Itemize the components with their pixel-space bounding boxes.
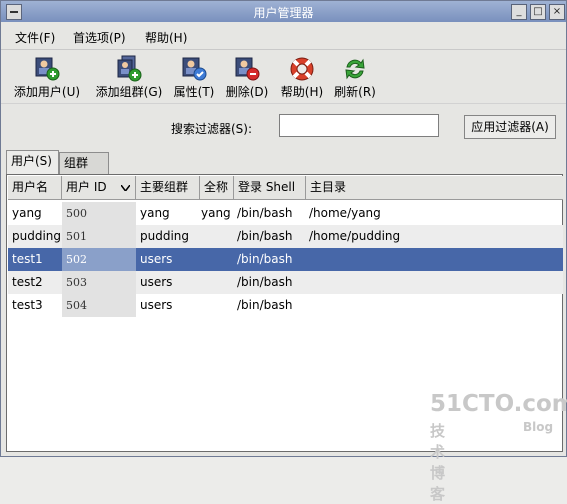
tab-groups[interactable]: 组群(O)	[59, 152, 109, 190]
table-row[interactable]: pudding 501 pudding /bin/bash /home/pudd…	[8, 225, 563, 248]
cell-group: yang	[140, 206, 170, 220]
add-group-button[interactable]: 添加组群(G)	[91, 55, 167, 100]
column-header-login-shell[interactable]: 登录 Shell	[234, 176, 306, 200]
tab-users[interactable]: 用户(S)	[6, 150, 59, 174]
uid-header-label: 用户 ID	[66, 180, 107, 194]
cell-shell: /bin/bash	[237, 206, 293, 220]
add-group-icon	[115, 55, 143, 83]
column-header-primary-group[interactable]: 主要组群	[136, 176, 200, 200]
refresh-label: 刷新(R)	[334, 85, 376, 99]
maximize-button[interactable]: □	[530, 4, 546, 20]
delete-label: 删除(D)	[225, 85, 269, 99]
delete-button[interactable]: 删除(D)	[222, 55, 272, 100]
cell-username: yang	[12, 206, 42, 220]
cell-shell: /bin/bash	[237, 252, 293, 266]
cell-uid: 503	[62, 271, 136, 294]
cell-group: users	[140, 275, 173, 289]
close-button[interactable]: ×	[549, 4, 565, 20]
column-header-username[interactable]: 用户名	[8, 176, 62, 200]
watermark-line2: 技术博客	[430, 422, 446, 503]
refresh-button[interactable]: 刷新(R)	[330, 55, 380, 100]
menu-help[interactable]: 帮助(H)	[145, 29, 187, 46]
watermark-line1: 51CTO.com	[430, 391, 567, 417]
refresh-icon	[341, 55, 369, 83]
menu-file[interactable]: 文件(F)	[15, 29, 55, 46]
add-user-icon	[33, 55, 61, 83]
cell-shell: /bin/bash	[237, 229, 293, 243]
search-filter-input[interactable]	[279, 114, 439, 137]
cell-shell: /bin/bash	[237, 298, 293, 312]
cell-username: pudding	[12, 229, 62, 243]
toolbar: 添加用户(U) 添加组群(G) 属性(T) 删除(D) 帮助(H) 刷新(R)	[1, 51, 566, 104]
properties-icon	[180, 55, 208, 83]
app-window: 用户管理器 _ □ × 文件(F) 首选项(P) 帮助(H) 添加用户(U) 添…	[0, 0, 567, 503]
properties-button[interactable]: 属性(T)	[169, 55, 219, 100]
cell-username: test3	[12, 298, 43, 312]
menu-preferences[interactable]: 首选项(P)	[73, 29, 126, 46]
cell-uid: 504	[62, 294, 136, 317]
cell-home: /home/pudding	[309, 229, 401, 243]
sort-descending-icon	[121, 185, 130, 191]
cell-group: pudding	[140, 229, 190, 243]
help-button[interactable]: 帮助(H)	[277, 55, 327, 100]
add-group-label: 添加组群(G)	[95, 85, 163, 99]
menu-bar: 文件(F) 首选项(P) 帮助(H)	[1, 23, 566, 50]
window-title: 用户管理器	[253, 6, 314, 20]
column-header-uid[interactable]: 用户 ID	[62, 176, 136, 200]
add-user-label: 添加用户(U)	[13, 85, 81, 99]
properties-label: 属性(T)	[173, 85, 215, 99]
help-lifebuoy-icon	[288, 55, 316, 83]
cell-uid: 500	[62, 202, 136, 225]
cell-home: /home/yang	[309, 206, 381, 220]
watermark-line3: Blog	[523, 420, 554, 434]
table-row[interactable]: test2 503 users /bin/bash	[8, 271, 563, 294]
filter-label: 搜索过滤器(S):	[171, 122, 253, 136]
add-user-button[interactable]: 添加用户(U)	[9, 55, 85, 100]
cell-group: users	[140, 298, 173, 312]
column-header-fullname[interactable]: 全称	[200, 176, 234, 200]
minimize-button[interactable]: _	[511, 4, 527, 20]
cell-group: users	[140, 252, 173, 266]
column-header-home-dir[interactable]: 主目录	[306, 176, 563, 200]
cell-fullname: yang	[201, 206, 231, 220]
cell-username: test2	[12, 275, 43, 289]
table-row[interactable]: yang 500 yang yang /bin/bash /home/yang	[8, 202, 563, 225]
table-row[interactable]: test3 504 users /bin/bash	[8, 294, 563, 317]
title-bar[interactable]: 用户管理器 _ □ ×	[1, 1, 566, 22]
apply-filter-button[interactable]: 应用过滤器(A)	[464, 115, 556, 139]
help-label: 帮助(H)	[280, 85, 324, 99]
table-row-selected[interactable]: test1 502 users /bin/bash	[8, 248, 563, 271]
cell-uid: 501	[62, 225, 136, 248]
cell-shell: /bin/bash	[237, 275, 293, 289]
delete-icon	[233, 55, 261, 83]
cell-uid: 502	[62, 248, 136, 271]
cell-username: test1	[12, 252, 43, 266]
